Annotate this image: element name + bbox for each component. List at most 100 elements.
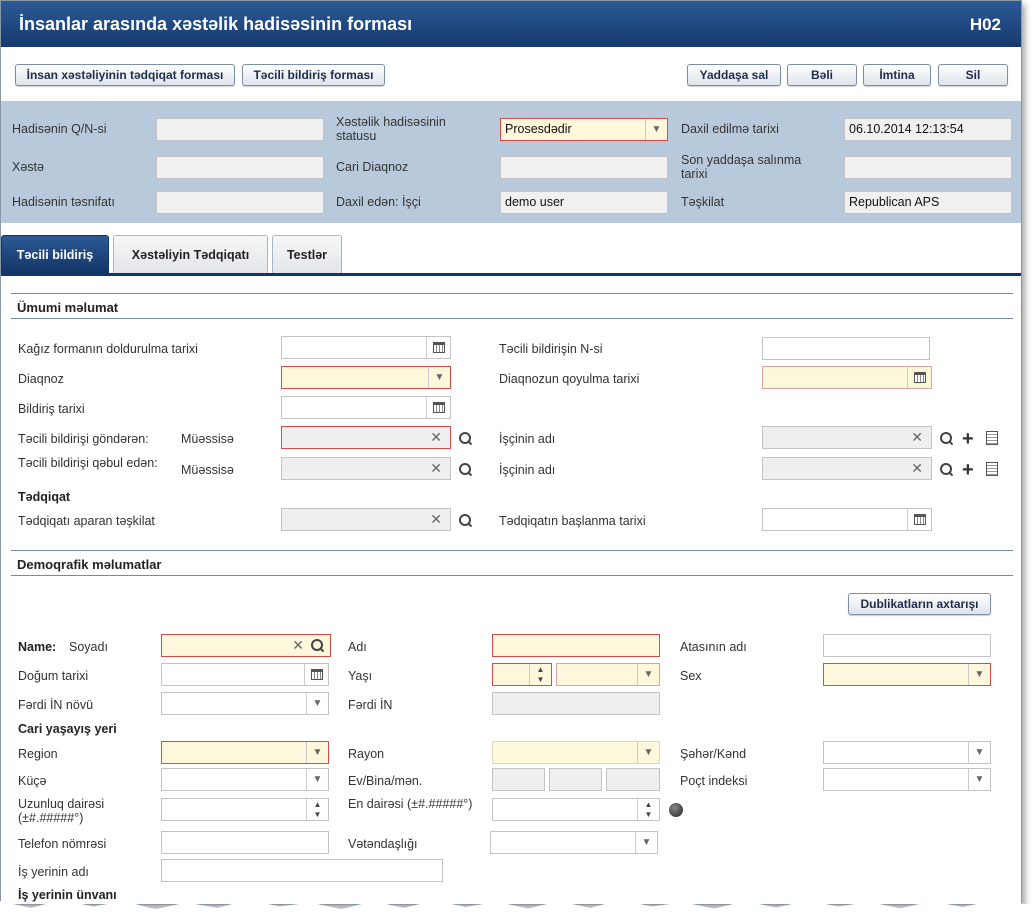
paper-date-input[interactable] xyxy=(281,336,451,359)
house-input[interactable] xyxy=(492,768,545,791)
search-icon[interactable] xyxy=(310,638,326,654)
citizenship-select[interactable]: ▼ xyxy=(490,831,658,854)
case-no-field xyxy=(156,118,324,141)
ok-button[interactable]: Bəli xyxy=(787,64,857,86)
status-label: Xəstəlik hadisəsinin statusu xyxy=(336,115,446,143)
region-select[interactable]: ▼ xyxy=(161,741,329,764)
latitude-input[interactable]: ▲ ▼ xyxy=(492,798,660,821)
notification-no-input[interactable] xyxy=(762,337,930,360)
longitude-input[interactable]: ▲ ▼ xyxy=(161,798,329,821)
receiver-employee-input[interactable]: ✕ xyxy=(762,457,932,480)
status-select[interactable]: Prosesdədir ▼ xyxy=(500,118,668,141)
organization-label: Təşkilat xyxy=(681,195,725,209)
cancel-button[interactable]: İmtina xyxy=(863,64,931,86)
received-by-label: Təcili bildirişi qəbul edən: xyxy=(18,456,158,470)
last-saved-field xyxy=(844,156,1012,179)
sender-employee-input[interactable]: ✕ xyxy=(762,426,932,449)
city-label: Şəhər/Kənd xyxy=(680,747,747,761)
diagnosis-date-input[interactable] xyxy=(762,366,932,389)
notification-date-label: Bildiriş tarixi xyxy=(18,402,85,416)
entered-date-field: 06.10.2014 12:13:54 xyxy=(844,118,1012,141)
entered-by-field: demo user xyxy=(500,191,668,214)
tab-tests[interactable]: Testlər xyxy=(272,235,342,273)
case-no-label: Hadisənin Q/N-si xyxy=(12,122,107,136)
dob-input[interactable] xyxy=(161,663,329,686)
investigation-start-input[interactable] xyxy=(762,508,932,531)
pin-type-label: Fərdi İN növü xyxy=(18,698,94,712)
postal-select[interactable]: ▼ xyxy=(823,768,991,791)
dob-label: Doğum tarixi xyxy=(18,669,89,683)
building-input[interactable] xyxy=(549,768,602,791)
residence-subheading: Cari yaşayış yeri xyxy=(18,722,117,736)
clear-icon[interactable]: ✕ xyxy=(430,427,442,448)
rayon-select[interactable]: ▼ xyxy=(492,741,660,764)
clear-icon[interactable]: ✕ xyxy=(911,458,923,479)
clear-icon[interactable]: ✕ xyxy=(430,509,442,530)
delete-button[interactable]: Sil xyxy=(938,64,1008,86)
spinner-icon[interactable]: ▲ ▼ xyxy=(306,799,328,820)
phone-label: Telefon nömrəsi xyxy=(18,837,107,851)
clear-icon[interactable]: ✕ xyxy=(292,635,304,656)
classification-label: Hadisənin təsnifatı xyxy=(12,195,115,209)
first-name-input[interactable] xyxy=(492,634,660,657)
city-select[interactable]: ▼ xyxy=(823,741,991,764)
add-icon[interactable]: + xyxy=(962,460,974,480)
sender-employee-label: İşçinin adı xyxy=(499,432,556,446)
workplace-address-subheading: İş yerinin ünvanı xyxy=(18,888,117,902)
search-icon[interactable] xyxy=(458,431,474,447)
notification-date-input[interactable] xyxy=(281,396,451,419)
tab-urgent-notification[interactable]: Təcili bildiriş xyxy=(1,235,109,273)
workplace-input[interactable] xyxy=(161,859,443,882)
document-icon[interactable] xyxy=(986,431,998,445)
institution-label: Müəssisə xyxy=(181,432,234,446)
search-icon[interactable] xyxy=(939,431,955,447)
spinner-icon[interactable]: ▲ ▼ xyxy=(637,799,659,820)
demographic-heading: Demoqrafik məlumatlar xyxy=(11,550,1013,576)
surname-input[interactable]: ✕ xyxy=(161,634,331,657)
diagnosis-select[interactable]: ▼ xyxy=(281,366,451,389)
building-label: Ev/Bina/mən. xyxy=(348,774,423,788)
search-icon[interactable] xyxy=(458,513,474,529)
father-name-input[interactable] xyxy=(823,634,991,657)
street-select[interactable]: ▼ xyxy=(161,768,329,791)
organization-field: Republican APS xyxy=(844,191,1012,214)
receiver-institution-input[interactable]: ✕ xyxy=(281,457,451,480)
pin-label: Fərdi İN xyxy=(348,698,393,712)
investigating-org-label: Tədqiqatı aparan təşkilat xyxy=(18,514,155,528)
name-label: Name: xyxy=(18,640,57,654)
sex-select[interactable]: ▼ xyxy=(823,663,991,686)
apartment-input[interactable] xyxy=(606,768,660,791)
spinner-icon[interactable]: ▲ ▼ xyxy=(529,664,551,685)
clear-icon[interactable]: ✕ xyxy=(430,458,442,479)
diagnosis-date-label: Diaqnozun qoyulma tarixi xyxy=(499,372,640,386)
chevron-down-icon: ▼ xyxy=(968,742,990,763)
chevron-down-icon: ▼ xyxy=(645,119,667,140)
tab-disease-investigation[interactable]: Xəstəliyin Tədqiqatı xyxy=(113,235,268,273)
sender-institution-input[interactable]: ✕ xyxy=(281,426,451,449)
globe-icon[interactable] xyxy=(669,803,683,817)
save-button[interactable]: Yaddaşa sal xyxy=(687,64,781,86)
search-icon[interactable] xyxy=(458,462,474,478)
window-title: İnsanlar arasında xəstəlik hadisəsinin f… xyxy=(19,14,413,34)
status-value: Prosesdədir xyxy=(505,122,572,136)
research-form-button[interactable]: İnsan xəstəliyinin tədqiqat forması xyxy=(15,64,235,86)
phone-input[interactable] xyxy=(161,831,329,854)
calendar-icon[interactable] xyxy=(426,337,450,358)
add-icon[interactable]: + xyxy=(962,429,974,449)
age-input[interactable]: ▲ ▼ xyxy=(492,663,552,686)
calendar-icon[interactable] xyxy=(907,367,931,388)
pin-type-select[interactable]: ▼ xyxy=(161,692,329,715)
pin-input xyxy=(492,692,660,715)
urgent-notification-form-button[interactable]: Təcili bildiriş forması xyxy=(242,64,385,86)
search-icon[interactable] xyxy=(939,462,955,478)
sent-by-label: Təcili bildirişi göndərən: xyxy=(18,432,149,446)
document-icon[interactable] xyxy=(986,462,998,476)
duplicate-search-button[interactable]: Dublikatların axtarışı xyxy=(848,593,991,615)
clear-icon[interactable]: ✕ xyxy=(911,427,923,448)
investigating-org-input[interactable]: ✕ xyxy=(281,508,451,531)
age-unit-select[interactable]: ▼ xyxy=(556,663,660,686)
receiver-employee-label: İşçinin adı xyxy=(499,463,556,477)
calendar-icon[interactable] xyxy=(907,509,931,530)
calendar-icon[interactable] xyxy=(304,664,328,685)
calendar-icon[interactable] xyxy=(426,397,450,418)
